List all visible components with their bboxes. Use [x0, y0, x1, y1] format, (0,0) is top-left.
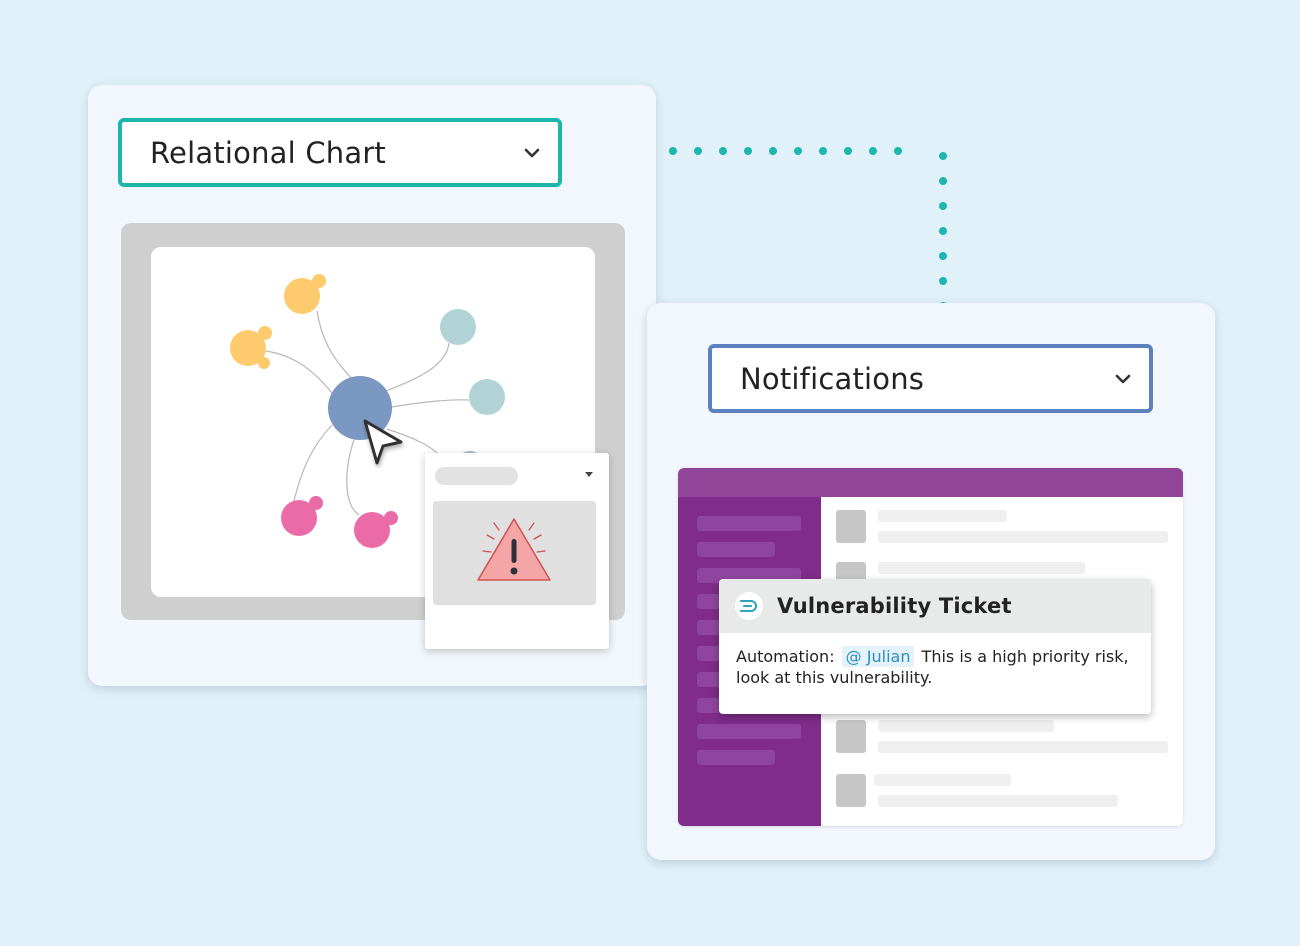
sidebar-item[interactable] [697, 750, 775, 765]
connector-dot [939, 202, 947, 210]
graph-edge [391, 399, 470, 408]
message-avatar [836, 720, 866, 753]
message-line [878, 510, 1007, 522]
graph-node-yellow[interactable] [284, 274, 326, 314]
message-line [878, 741, 1168, 753]
app-logo-icon [735, 592, 763, 620]
connector-dot [939, 252, 947, 260]
sidebar-item[interactable] [697, 516, 801, 531]
connector-dot [844, 147, 852, 155]
popup-title-placeholder [435, 467, 518, 485]
notifications-panel: Notifications Vulnerability Ticket Autom… [647, 303, 1215, 860]
caret-down-icon[interactable] [585, 472, 593, 477]
message-line [874, 774, 1011, 786]
connector-dot [694, 147, 702, 155]
notifications-select-label: Notifications [740, 361, 925, 396]
connector-dot [869, 147, 877, 155]
chevron-down-icon [1115, 374, 1131, 383]
mouse-cursor-icon [363, 419, 403, 465]
connector-dot [819, 147, 827, 155]
ticket-title: Vulnerability Ticket [777, 594, 1012, 618]
message-line [878, 531, 1168, 543]
connector-dot [769, 147, 777, 155]
chevron-down-icon [524, 148, 540, 157]
connector-dot [894, 147, 902, 155]
graph-node-teal[interactable] [440, 309, 476, 345]
chart-type-select-label: Relational Chart [150, 135, 387, 170]
ticket-prefix: Automation: [736, 647, 835, 666]
ticket-body: Automation: @ Julian This is a high prio… [719, 633, 1151, 688]
graph-edge [293, 424, 333, 502]
connector-dot [939, 277, 947, 285]
graph-edge [316, 310, 354, 381]
graph-edge [265, 350, 333, 394]
connector-dot [939, 177, 947, 185]
node-detail-popup [425, 453, 609, 649]
graph-node-teal[interactable] [469, 379, 505, 415]
message-line [878, 562, 1085, 574]
message-line [878, 795, 1118, 807]
graph-node-pink[interactable] [354, 511, 398, 548]
notifications-select[interactable]: Notifications [708, 344, 1153, 413]
chat-app-topbar [678, 468, 1183, 497]
sidebar-item[interactable] [697, 542, 775, 557]
user-mention[interactable]: @ Julian [841, 646, 915, 667]
graph-node-yellow[interactable] [230, 326, 272, 369]
graph-node-pink[interactable] [281, 496, 323, 536]
ticket-header: Vulnerability Ticket [719, 579, 1151, 633]
connector-dot [744, 147, 752, 155]
connector-dot [794, 147, 802, 155]
connector-dot [719, 147, 727, 155]
message-avatar [836, 774, 866, 807]
vulnerability-ticket-notification[interactable]: Vulnerability Ticket Automation: @ Julia… [719, 579, 1151, 714]
connector-dot [669, 147, 677, 155]
warning-triangle-icon [477, 518, 551, 581]
message-line [878, 720, 1054, 732]
sidebar-item[interactable] [697, 724, 801, 739]
connector-dot [939, 227, 947, 235]
connector-dot [939, 152, 947, 160]
alert-preview [433, 501, 596, 605]
message-avatar [836, 510, 866, 543]
chart-type-select[interactable]: Relational Chart [118, 118, 562, 187]
graph-edge [346, 439, 360, 516]
graph-edge [385, 342, 450, 392]
